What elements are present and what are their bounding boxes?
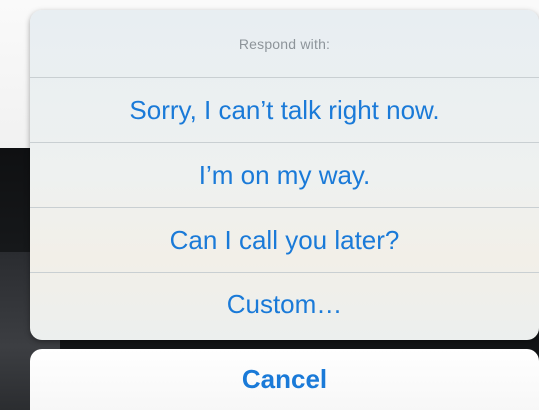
action-sheet-title: Respond with: <box>30 10 539 78</box>
respond-action-sheet: Respond with: Sorry, I can’t talk right … <box>30 10 539 340</box>
option-custom[interactable]: Custom… <box>30 273 539 336</box>
option-call-later[interactable]: Can I call you later? <box>30 208 539 273</box>
option-cant-talk[interactable]: Sorry, I can’t talk right now. <box>30 78 539 143</box>
cancel-button[interactable]: Cancel <box>30 349 539 410</box>
option-on-my-way[interactable]: I’m on my way. <box>30 143 539 208</box>
